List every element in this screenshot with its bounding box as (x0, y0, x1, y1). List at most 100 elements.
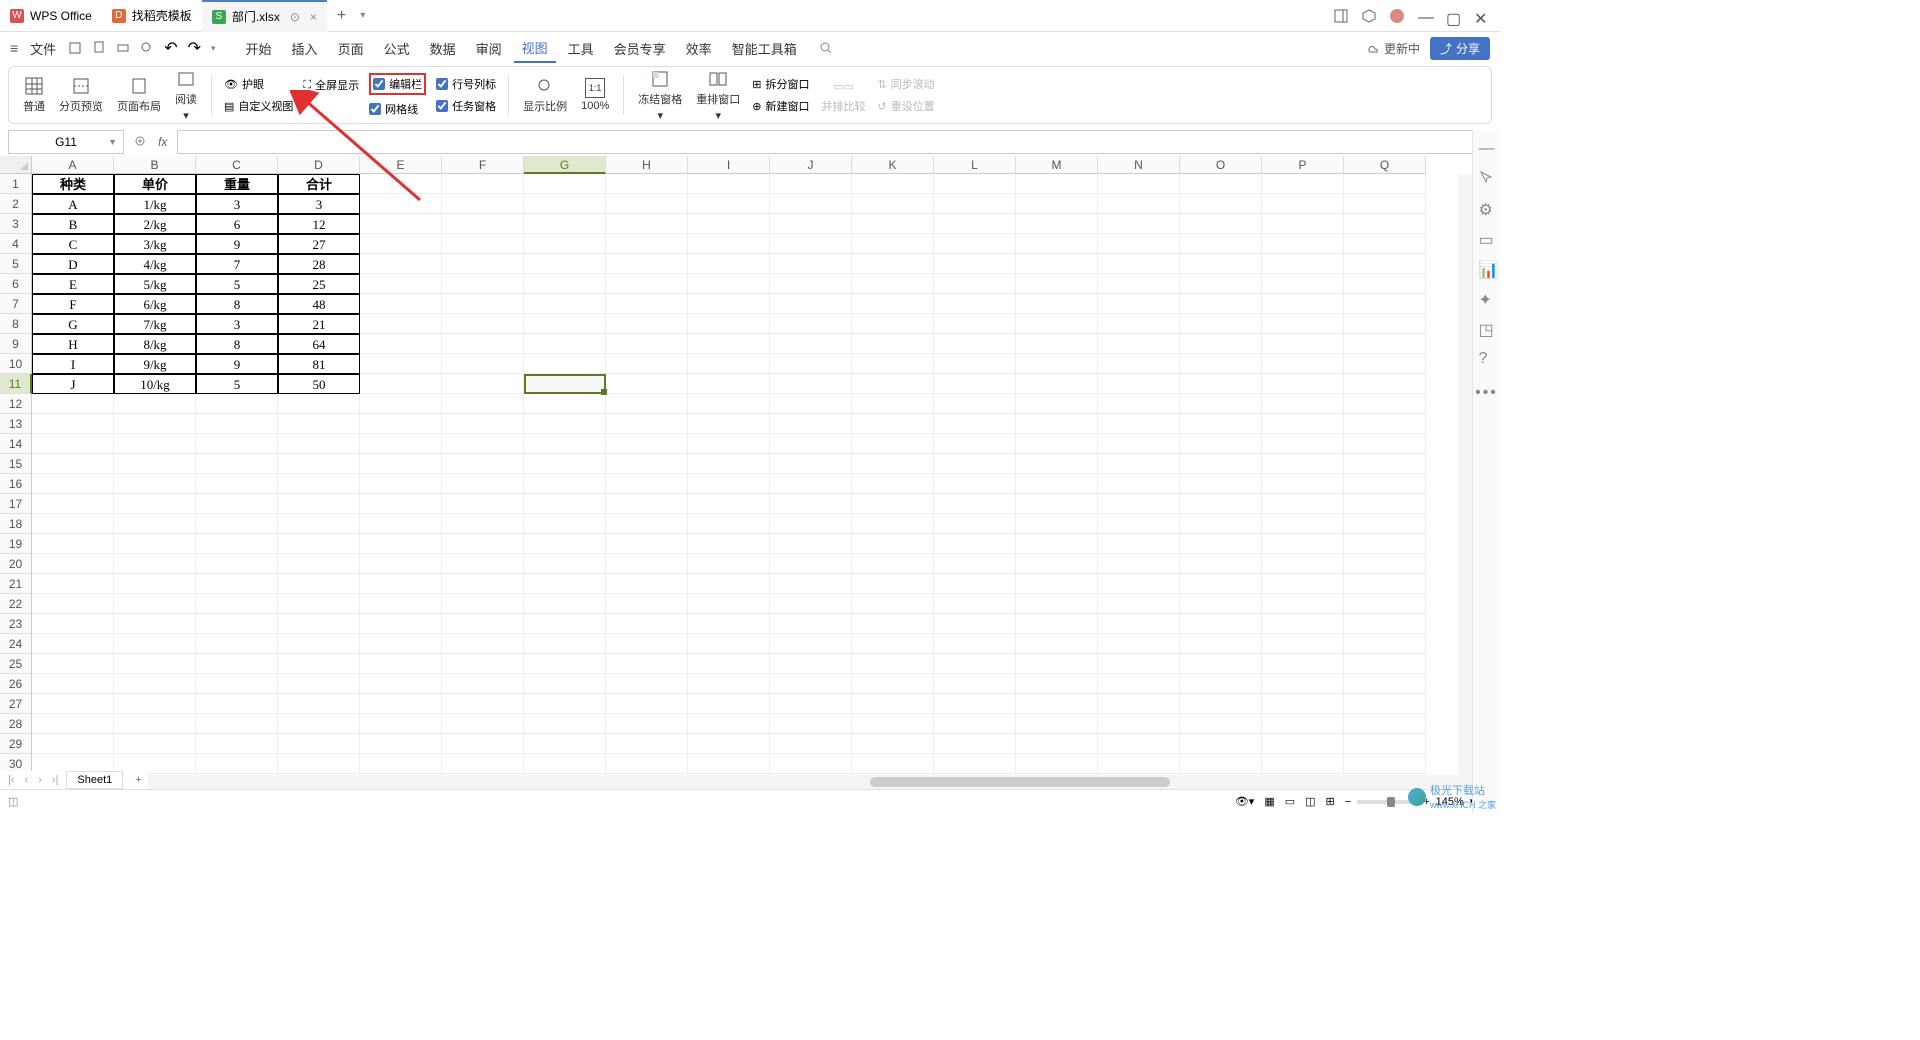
save-icon[interactable] (68, 41, 82, 55)
cell[interactable] (278, 514, 360, 534)
cell[interactable] (934, 394, 1016, 414)
row-header[interactable]: 17 (0, 494, 32, 514)
cell[interactable] (32, 614, 114, 634)
ribbon-100[interactable]: 1:1 100% (575, 76, 615, 114)
cell[interactable] (1344, 394, 1426, 414)
cell[interactable] (1180, 334, 1262, 354)
ribbon-freeze[interactable]: 冻结窗格▾ (632, 67, 688, 124)
cell[interactable] (278, 614, 360, 634)
cell[interactable] (852, 574, 934, 594)
select-all-corner[interactable] (0, 156, 32, 174)
cell[interactable] (1016, 294, 1098, 314)
cell[interactable] (688, 714, 770, 734)
cell[interactable] (606, 234, 688, 254)
cell[interactable] (32, 574, 114, 594)
cell[interactable] (852, 494, 934, 514)
cell[interactable] (1016, 574, 1098, 594)
cell[interactable] (852, 734, 934, 754)
cell[interactable] (1344, 614, 1426, 634)
cell[interactable] (1344, 514, 1426, 534)
cell[interactable] (852, 374, 934, 394)
row-header[interactable]: 2 (0, 194, 32, 214)
cell[interactable] (524, 194, 606, 214)
status-mode-icon[interactable]: ◫ (8, 795, 18, 808)
cell[interactable] (1262, 214, 1344, 234)
cell[interactable] (1180, 734, 1262, 754)
cell[interactable] (1098, 394, 1180, 414)
cell[interactable] (934, 254, 1016, 274)
cell[interactable] (606, 454, 688, 474)
cell[interactable] (852, 474, 934, 494)
cell[interactable] (1016, 334, 1098, 354)
cell[interactable] (32, 694, 114, 714)
cell[interactable] (606, 694, 688, 714)
cell[interactable] (1016, 374, 1098, 394)
cell[interactable] (770, 274, 852, 294)
cell[interactable] (1344, 174, 1426, 194)
cell[interactable] (360, 214, 442, 234)
cell[interactable] (934, 194, 1016, 214)
cell[interactable] (1016, 694, 1098, 714)
cell[interactable] (1180, 534, 1262, 554)
cell[interactable] (360, 274, 442, 294)
cell[interactable] (196, 754, 278, 774)
cell[interactable] (852, 714, 934, 734)
cell[interactable] (1098, 374, 1180, 394)
cell[interactable] (114, 694, 196, 714)
cell[interactable] (278, 674, 360, 694)
cell[interactable] (524, 734, 606, 754)
cell[interactable] (1262, 714, 1344, 734)
cell[interactable] (606, 194, 688, 214)
col-header[interactable]: J (770, 156, 852, 174)
cell[interactable]: J (32, 374, 114, 394)
cell[interactable] (770, 374, 852, 394)
cell[interactable] (606, 634, 688, 654)
cell[interactable] (114, 554, 196, 574)
cell[interactable] (606, 254, 688, 274)
cell[interactable] (688, 174, 770, 194)
cell[interactable] (278, 654, 360, 674)
cell[interactable] (1180, 274, 1262, 294)
cell[interactable] (1098, 434, 1180, 454)
cell[interactable] (1262, 454, 1344, 474)
cell[interactable] (114, 574, 196, 594)
cell[interactable] (688, 314, 770, 334)
cell[interactable] (1262, 614, 1344, 634)
cell[interactable] (1180, 354, 1262, 374)
cell[interactable] (360, 314, 442, 334)
cell[interactable] (360, 754, 442, 774)
cell[interactable] (1098, 594, 1180, 614)
formula-input[interactable] (177, 130, 1492, 154)
cell[interactable] (606, 654, 688, 674)
cell[interactable] (360, 714, 442, 734)
cell[interactable] (32, 514, 114, 534)
cell[interactable]: 9 (196, 354, 278, 374)
cell[interactable] (852, 194, 934, 214)
cell[interactable] (442, 234, 524, 254)
cell[interactable]: B (32, 214, 114, 234)
cell[interactable] (442, 374, 524, 394)
cell[interactable] (442, 654, 524, 674)
cell[interactable] (606, 554, 688, 574)
cell[interactable] (1344, 214, 1426, 234)
cell[interactable] (278, 474, 360, 494)
cell[interactable] (524, 234, 606, 254)
row-header[interactable]: 15 (0, 454, 32, 474)
cell[interactable] (1262, 474, 1344, 494)
cell[interactable] (1098, 634, 1180, 654)
cell[interactable] (1262, 394, 1344, 414)
ribbon-page-layout[interactable]: 页面布局 (111, 74, 167, 116)
cell[interactable] (1180, 374, 1262, 394)
row-header[interactable]: 8 (0, 314, 32, 334)
cell[interactable] (934, 674, 1016, 694)
cell[interactable] (606, 754, 688, 774)
cell[interactable]: G (32, 314, 114, 334)
cell[interactable]: 10/kg (114, 374, 196, 394)
cell[interactable]: 8 (196, 294, 278, 314)
cell[interactable] (770, 674, 852, 694)
cell[interactable] (442, 274, 524, 294)
cell[interactable] (606, 394, 688, 414)
cell[interactable]: 3/kg (114, 234, 196, 254)
cell[interactable] (196, 474, 278, 494)
cell[interactable] (524, 274, 606, 294)
